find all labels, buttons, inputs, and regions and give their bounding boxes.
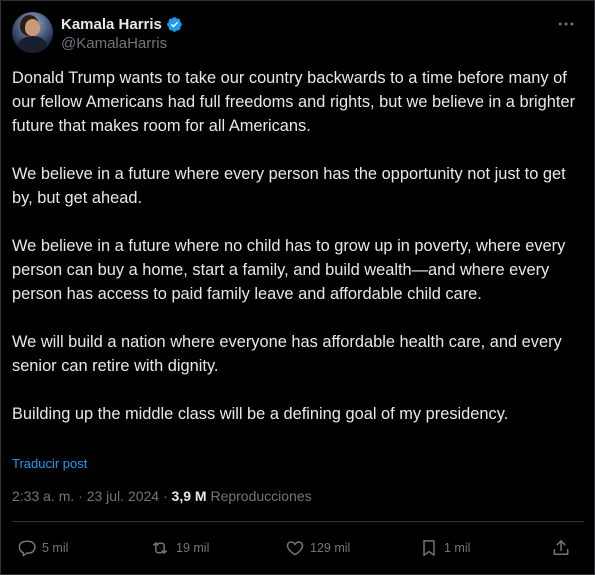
more-dots-icon <box>556 14 576 39</box>
tweet-meta: 2:33 a. m. · 23 jul. 2024 · 3,9 M Reprod… <box>12 488 312 504</box>
meta-separator: · <box>159 488 172 504</box>
avatar-face <box>25 19 40 36</box>
tweet-paragraph: We will build a nation where everyone ha… <box>12 333 562 375</box>
verified-badge-icon <box>166 16 183 33</box>
bookmark-icon <box>419 538 439 558</box>
like-count: 129 mil <box>310 541 351 555</box>
retweet-count: 19 mil <box>176 541 210 555</box>
views-label: Reproducciones <box>206 488 312 504</box>
name-row: Kamala Harris <box>61 14 183 34</box>
tweet-card: Kamala Harris @KamalaHarris Donald Trump… <box>0 0 595 575</box>
like-button[interactable]: 129 mil <box>285 536 350 560</box>
tweet-header: Kamala Harris @KamalaHarris <box>12 12 584 54</box>
display-name[interactable]: Kamala Harris <box>61 16 162 33</box>
tweet-paragraph: Donald Trump wants to take our country b… <box>12 69 576 135</box>
tweet-paragraph: Building up the middle class will be a d… <box>12 405 509 423</box>
bookmark-button[interactable]: 1 mil <box>419 536 470 560</box>
tweet-text: Donald Trump wants to take our country b… <box>12 66 584 426</box>
divider <box>12 521 584 522</box>
bookmark-count: 1 mil <box>444 541 471 555</box>
action-bar: 5 mil 19 mil 129 mil 1 mil <box>17 536 577 560</box>
user-handle[interactable]: @KamalaHarris <box>61 35 167 52</box>
avatar-shoulders <box>18 36 47 53</box>
timestamp[interactable]: 2:33 a. m. · 23 jul. 2024 <box>12 488 159 504</box>
translate-post-link[interactable]: Traducir post <box>12 456 87 471</box>
reply-button[interactable]: 5 mil <box>17 536 68 560</box>
views-count[interactable]: 3,9 M <box>172 488 207 504</box>
tweet-paragraph: We believe in a future where every perso… <box>12 165 566 207</box>
tweet-paragraph: We believe in a future where no child ha… <box>12 237 566 303</box>
share-button[interactable] <box>551 536 571 560</box>
heart-icon <box>285 538 305 558</box>
retweet-button[interactable]: 19 mil <box>149 536 209 560</box>
reply-bubble-icon <box>17 538 37 558</box>
share-upload-icon <box>551 538 571 558</box>
reply-count: 5 mil <box>42 541 69 555</box>
retweet-icon <box>149 538 171 558</box>
more-options-button[interactable] <box>554 16 578 36</box>
avatar[interactable] <box>12 12 53 53</box>
